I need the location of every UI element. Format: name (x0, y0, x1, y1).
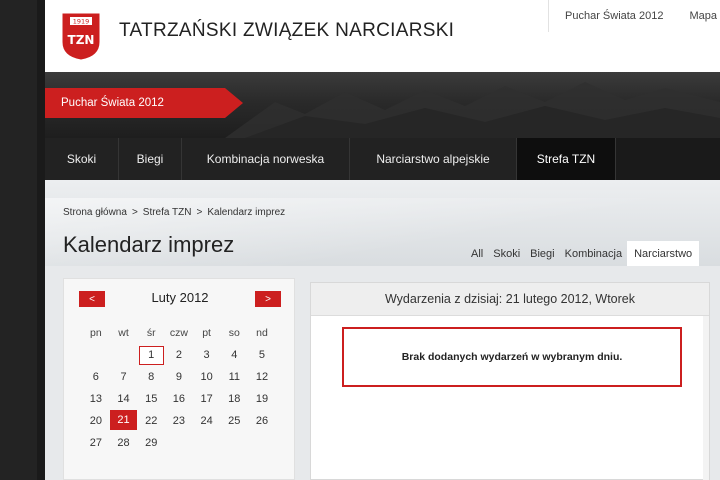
nav-item-kombinacja[interactable]: Kombinacja norweska (182, 138, 350, 180)
calendar-empty-cell (248, 432, 276, 454)
nav-item-strefa-tzn[interactable]: Strefa TZN (517, 138, 616, 180)
breadcrumb-home[interactable]: Strona główna (63, 207, 127, 218)
events-header: Wydarzenia z dzisiaj: 21 lutego 2012, Wt… (311, 283, 709, 316)
calendar-day[interactable]: 28 (110, 432, 138, 454)
calendar-weekday: pt (202, 327, 211, 339)
calendar-day[interactable]: 16 (165, 388, 193, 410)
calendar-day[interactable]: 18 (220, 388, 248, 410)
calendar-empty-cell (82, 344, 110, 366)
page-title: Kalendarz imprez (63, 232, 235, 257)
calendar-empty-cell (193, 432, 221, 454)
calendar-day[interactable]: 8 (137, 366, 165, 388)
calendar-weekday: śr (146, 327, 156, 339)
calendar-day[interactable]: 15 (137, 388, 165, 410)
events-scrollbar[interactable] (703, 316, 709, 480)
calendar-day[interactable]: 9 (165, 366, 193, 388)
logo-year: 1919 (73, 18, 90, 26)
events-empty-message: Brak dodanych wydarzeń w wybranym dniu. (342, 327, 682, 387)
left-dark-bar (0, 0, 45, 480)
filter-tab-all[interactable]: All (466, 241, 488, 266)
calendar-grid: pn wt śr czw pt so nd 1 2 3 4 5 6 7 8 9 10 11 12 13 14 15 16 1… (82, 322, 276, 454)
nav-item-biegi[interactable]: Biegi (119, 138, 182, 180)
calendar-weekday: nd (256, 327, 268, 339)
calendar-weekday: so (228, 327, 240, 339)
calendar-day[interactable]: 25 (220, 410, 248, 432)
calendar-day[interactable]: 24 (193, 410, 221, 432)
calendar-day-label: 1 (138, 345, 164, 365)
calendar-empty-cell (165, 432, 193, 454)
breadcrumb-current: Kalendarz imprez (207, 207, 286, 218)
calendar-empty-cell (220, 432, 248, 454)
filter-tab-skoki[interactable]: Skoki (488, 241, 525, 266)
breadcrumb: Strona główna > Strefa TZN > Kalendarz i… (63, 207, 285, 218)
events-panel: Wydarzenia z dzisiaj: 21 lutego 2012, Wt… (310, 282, 710, 480)
main-nav: Skoki Biegi Kombinacja norweska Narciars… (45, 138, 720, 180)
calendar-week-row: 12345 (82, 344, 276, 366)
next-month-button[interactable]: > (255, 291, 281, 307)
calendar-week-row: 27 28 29 (82, 432, 276, 454)
filter-tabs: All Skoki Biegi Kombinacja Narciarstwo (466, 241, 700, 266)
calendar-day[interactable]: 22 (137, 410, 165, 432)
calendar-widget: < Luty 2012 > pn wt śr czw pt so nd 1234567891… (63, 278, 295, 480)
top-link-mapa[interactable]: Mapa (689, 10, 717, 22)
calendar-day[interactable]: 27 (82, 432, 110, 454)
filter-tab-kombinacja[interactable]: Kombinacja (560, 241, 627, 266)
banner-tab-puchar[interactable]: Puchar Świata 2012 (45, 88, 243, 118)
calendar-day[interactable]: 20 (82, 410, 110, 432)
calendar-week-row: 13 14 15 16 17 18 19 (82, 388, 276, 410)
filter-tab-biegi[interactable]: Biegi (525, 241, 559, 266)
nav-item-narciarstwo[interactable]: Narciarstwo alpejskie (350, 138, 517, 180)
top-links: Puchar Świata 2012 Mapa (548, 0, 720, 32)
top-link-puchar[interactable]: Puchar Świata 2012 (565, 10, 663, 22)
calendar-day[interactable]: 7 (110, 366, 138, 388)
calendar-weekday-row: pn wt śr czw pt so nd (82, 322, 276, 344)
calendar-week-row: 6 7 8 9 10 11 12 (82, 366, 276, 388)
site-header: 1919 TZN TATRZAŃSKI ZWIĄZEK NARCIARSKI P… (45, 0, 720, 72)
calendar-week-row: 20 21 22 23 24 25 26 (82, 410, 276, 432)
calendar-day[interactable]: 21 (109, 410, 138, 430)
nav-item-skoki[interactable]: Skoki (45, 138, 119, 180)
calendar-day[interactable]: 29 (137, 432, 165, 454)
breadcrumb-strefa[interactable]: Strefa TZN (143, 207, 192, 218)
calendar-day[interactable]: 13 (82, 388, 110, 410)
breadcrumb-separator: > (131, 207, 138, 218)
calendar-day[interactable]: 26 (248, 410, 276, 432)
calendar-day[interactable]: 3 (193, 344, 221, 366)
calendar-day[interactable]: 10 (193, 366, 221, 388)
calendar-day[interactable]: 2 (165, 344, 193, 366)
content-area: Strona główna > Strefa TZN > Kalendarz i… (45, 180, 720, 480)
calendar-weekday: wt (118, 327, 129, 339)
breadcrumb-separator: > (196, 207, 203, 218)
calendar-day[interactable]: 1 (137, 344, 165, 366)
calendar-header: < Luty 2012 > (64, 279, 296, 317)
calendar-day[interactable]: 23 (165, 410, 193, 432)
logo-initials: TZN (68, 33, 95, 47)
calendar-day[interactable]: 4 (220, 344, 248, 366)
banner: Puchar Świata 2012 (45, 72, 720, 138)
calendar-weekday: czw (169, 327, 188, 339)
calendar-day[interactable]: 14 (110, 388, 138, 410)
site-title: TATRZAŃSKI ZWIĄZEK NARCIARSKI (119, 20, 455, 41)
calendar-day[interactable]: 12 (248, 366, 276, 388)
calendar-day[interactable]: 17 (193, 388, 221, 410)
calendar-day[interactable]: 6 (82, 366, 110, 388)
calendar-empty-cell (110, 344, 138, 366)
calendar-day[interactable]: 5 (248, 344, 276, 366)
tzn-logo[interactable]: 1919 TZN (61, 12, 101, 60)
filter-tab-narciarstwo[interactable]: Narciarstwo (627, 241, 700, 266)
calendar-day[interactable]: 11 (220, 366, 248, 388)
calendar-day[interactable]: 19 (248, 388, 276, 410)
calendar-weekday: pn (90, 327, 102, 339)
